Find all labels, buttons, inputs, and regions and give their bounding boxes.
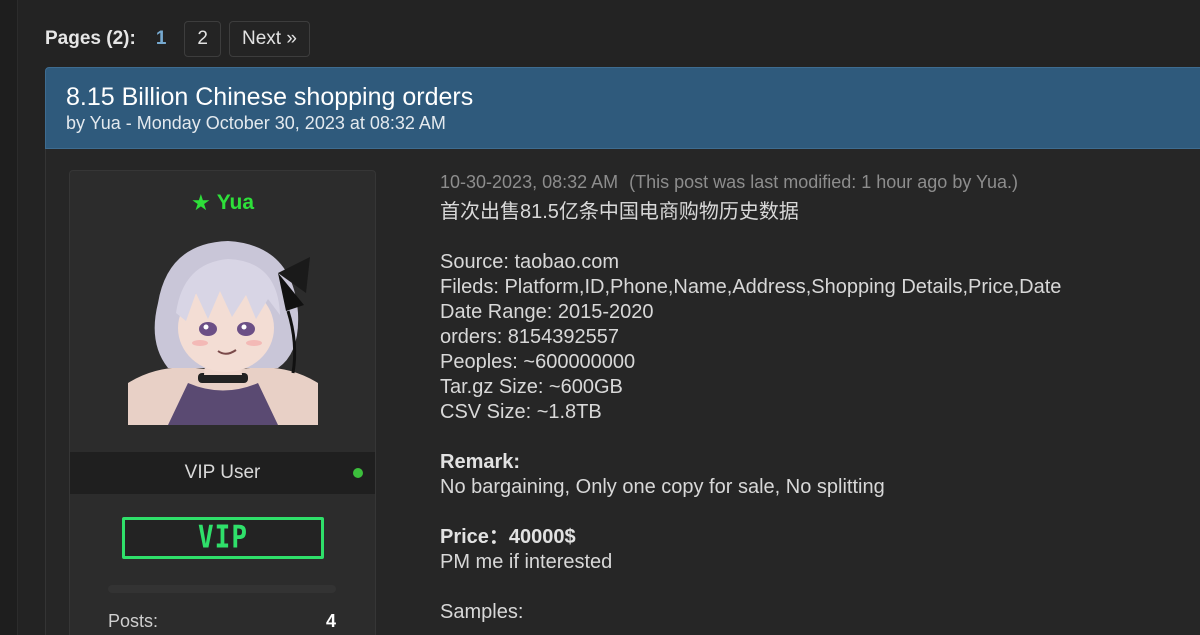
stat-label: Posts: [108, 611, 159, 631]
stat-value: 4 [325, 611, 336, 631]
thread-header: 8.15 Billion Chinese shopping orders by … [45, 67, 1200, 149]
star-icon: ★ [190, 190, 211, 215]
remark-text: No bargaining, Only one copy for sale, N… [440, 476, 885, 498]
post-headline: 首次出售81.5亿条中国电商购物历史数据 [440, 201, 799, 223]
usergroup-label: VIP User [184, 462, 261, 483]
detail-line: Source: taobao.com [440, 251, 619, 273]
left-sidebar-strip [0, 0, 18, 635]
post-content: 10-30-2023, 08:32 AM (This post was last… [440, 170, 1200, 625]
username-link[interactable]: Yua [217, 191, 254, 215]
usergroup-bar: VIP User [70, 452, 375, 494]
price-label: Price：40000$ [440, 526, 576, 548]
detail-line: Tar.gz Size: ~600GB [440, 376, 623, 398]
post-body: 首次出售81.5亿条中国电商购物历史数据 Source: taobao.com … [440, 200, 1200, 625]
post-meta: 10-30-2023, 08:32 AM (This post was last… [440, 170, 1200, 194]
stat-row-posts: Posts: 4 [108, 611, 336, 632]
avatar[interactable] [128, 233, 318, 425]
current-page: 1 [155, 28, 167, 49]
post-date: 10-30-2023, 08:32 AM [440, 172, 619, 192]
forum-thread-page: Pages (2): 1 2 Next » 8.15 Billion Chine… [0, 0, 1200, 635]
user-panel: ★ Yua VIP User VIP Posts: 4 [69, 170, 376, 635]
detail-line: Fileds: Platform,ID,Phone,Name,Address,S… [440, 276, 1062, 298]
pages-label: Pages (2): [45, 28, 136, 49]
avatar-image [128, 233, 318, 425]
vip-badge-text: VIP [198, 520, 248, 556]
username-row: ★ Yua [70, 191, 375, 215]
thread-title: 8.15 Billion Chinese shopping orders [66, 83, 474, 111]
detail-line: orders: 8154392557 [440, 326, 620, 348]
detail-line: Peoples: ~600000000 [440, 351, 636, 373]
vip-badge: VIP [122, 517, 324, 559]
page-2-link[interactable]: 2 [184, 21, 221, 57]
detail-line: CSV Size: ~1.8TB [440, 401, 602, 423]
reputation-bar [108, 585, 336, 593]
price-note: PM me if interested [440, 551, 613, 573]
samples-label: Samples: [440, 601, 524, 623]
post-modified-note: (This post was last modified: 1 hour ago… [629, 172, 1019, 192]
remark-label: Remark: [440, 451, 521, 473]
pagination: Pages (2): 1 2 Next » [45, 20, 310, 58]
next-page-link[interactable]: Next » [228, 21, 310, 57]
online-status-dot-icon [353, 468, 363, 478]
detail-line: Date Range: 2015-2020 [440, 301, 654, 323]
thread-byline: by Yua - Monday October 30, 2023 at 08:3… [66, 113, 446, 133]
